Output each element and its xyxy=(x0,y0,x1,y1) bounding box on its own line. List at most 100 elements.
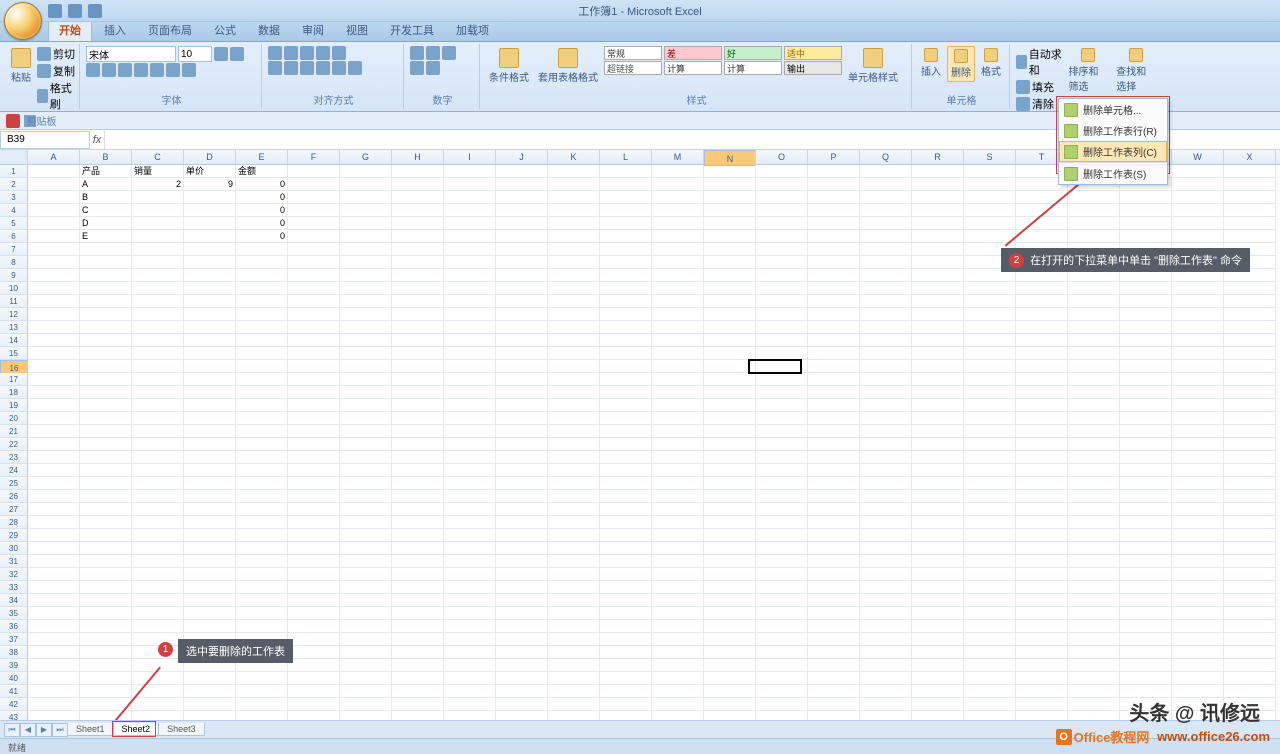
cell[interactable] xyxy=(340,360,392,373)
cell[interactable] xyxy=(132,399,184,412)
cell[interactable] xyxy=(964,165,1016,178)
cell[interactable] xyxy=(756,217,808,230)
cell[interactable] xyxy=(704,217,756,230)
cell[interactable] xyxy=(808,542,860,555)
cell[interactable] xyxy=(964,360,1016,373)
cell[interactable] xyxy=(652,360,704,373)
col-header-O[interactable]: O xyxy=(756,150,808,164)
cell[interactable] xyxy=(28,568,80,581)
currency-icon[interactable] xyxy=(410,46,424,60)
cell[interactable] xyxy=(132,412,184,425)
col-header-E[interactable]: E xyxy=(236,150,288,164)
cell[interactable] xyxy=(444,542,496,555)
cell[interactable] xyxy=(132,282,184,295)
cell[interactable] xyxy=(808,516,860,529)
cell[interactable] xyxy=(704,256,756,269)
cell[interactable] xyxy=(652,503,704,516)
cell[interactable] xyxy=(1016,412,1068,425)
cell[interactable] xyxy=(1068,594,1120,607)
cell[interactable] xyxy=(496,620,548,633)
cell[interactable] xyxy=(860,334,912,347)
cell[interactable] xyxy=(860,529,912,542)
cell[interactable] xyxy=(600,516,652,529)
cell[interactable] xyxy=(652,477,704,490)
cell[interactable] xyxy=(28,308,80,321)
cell[interactable] xyxy=(132,607,184,620)
row-header[interactable]: 11 xyxy=(0,295,28,308)
cell[interactable] xyxy=(704,321,756,334)
cell[interactable] xyxy=(80,594,132,607)
cell[interactable] xyxy=(392,295,444,308)
col-header-C[interactable]: C xyxy=(132,150,184,164)
cell[interactable] xyxy=(600,685,652,698)
col-header-Q[interactable]: Q xyxy=(860,150,912,164)
cell[interactable] xyxy=(912,425,964,438)
cell[interactable] xyxy=(704,620,756,633)
row-header[interactable]: 33 xyxy=(0,581,28,594)
cell[interactable] xyxy=(860,620,912,633)
cell[interactable] xyxy=(548,659,600,672)
row-header[interactable]: 7 xyxy=(0,243,28,256)
cell[interactable] xyxy=(704,386,756,399)
cell[interactable] xyxy=(132,334,184,347)
cell[interactable] xyxy=(340,165,392,178)
cell[interactable] xyxy=(704,503,756,516)
cell[interactable] xyxy=(340,516,392,529)
cell[interactable] xyxy=(392,191,444,204)
cell[interactable] xyxy=(652,568,704,581)
next-sheet-button[interactable]: ▶ xyxy=(36,723,52,737)
cell[interactable]: 2 xyxy=(132,178,184,191)
row-header[interactable]: 2 xyxy=(0,178,28,191)
cell[interactable] xyxy=(496,594,548,607)
cell[interactable] xyxy=(860,581,912,594)
cell[interactable] xyxy=(1224,282,1276,295)
cell[interactable] xyxy=(132,672,184,685)
cell[interactable] xyxy=(444,386,496,399)
cell[interactable] xyxy=(756,503,808,516)
cell[interactable] xyxy=(496,321,548,334)
row-header[interactable]: 30 xyxy=(0,542,28,555)
dec-decimal-icon[interactable] xyxy=(426,61,440,75)
cell[interactable] xyxy=(132,269,184,282)
cell[interactable] xyxy=(184,451,236,464)
cell[interactable] xyxy=(756,295,808,308)
cell[interactable] xyxy=(444,659,496,672)
cell[interactable]: D xyxy=(80,217,132,230)
cell[interactable] xyxy=(288,529,340,542)
cell[interactable] xyxy=(964,308,1016,321)
cell[interactable] xyxy=(28,646,80,659)
cell[interactable] xyxy=(964,607,1016,620)
cell[interactable] xyxy=(28,399,80,412)
col-header-X[interactable]: X xyxy=(1224,150,1276,164)
font-size-select[interactable] xyxy=(178,46,212,62)
cell[interactable] xyxy=(808,620,860,633)
cell[interactable] xyxy=(444,581,496,594)
cell[interactable] xyxy=(756,659,808,672)
row-header[interactable]: 24 xyxy=(0,464,28,477)
cell[interactable] xyxy=(496,672,548,685)
cell[interactable] xyxy=(1224,360,1276,373)
cell[interactable] xyxy=(1172,230,1224,243)
cell[interactable] xyxy=(652,646,704,659)
cell[interactable] xyxy=(1068,321,1120,334)
cell[interactable] xyxy=(236,425,288,438)
cell[interactable] xyxy=(912,555,964,568)
cell[interactable] xyxy=(496,542,548,555)
cell[interactable] xyxy=(808,321,860,334)
cell[interactable]: 0 xyxy=(236,204,288,217)
cell[interactable] xyxy=(444,685,496,698)
cell[interactable] xyxy=(496,438,548,451)
cell[interactable] xyxy=(912,438,964,451)
cell[interactable] xyxy=(1120,516,1172,529)
cell[interactable] xyxy=(392,698,444,711)
cell[interactable] xyxy=(1120,451,1172,464)
cell[interactable] xyxy=(1224,516,1276,529)
cell[interactable] xyxy=(704,568,756,581)
cell[interactable] xyxy=(964,698,1016,711)
cell[interactable] xyxy=(80,685,132,698)
cell[interactable] xyxy=(1120,477,1172,490)
cell[interactable] xyxy=(28,659,80,672)
cell[interactable] xyxy=(28,477,80,490)
cell[interactable] xyxy=(1120,581,1172,594)
cell[interactable] xyxy=(548,620,600,633)
